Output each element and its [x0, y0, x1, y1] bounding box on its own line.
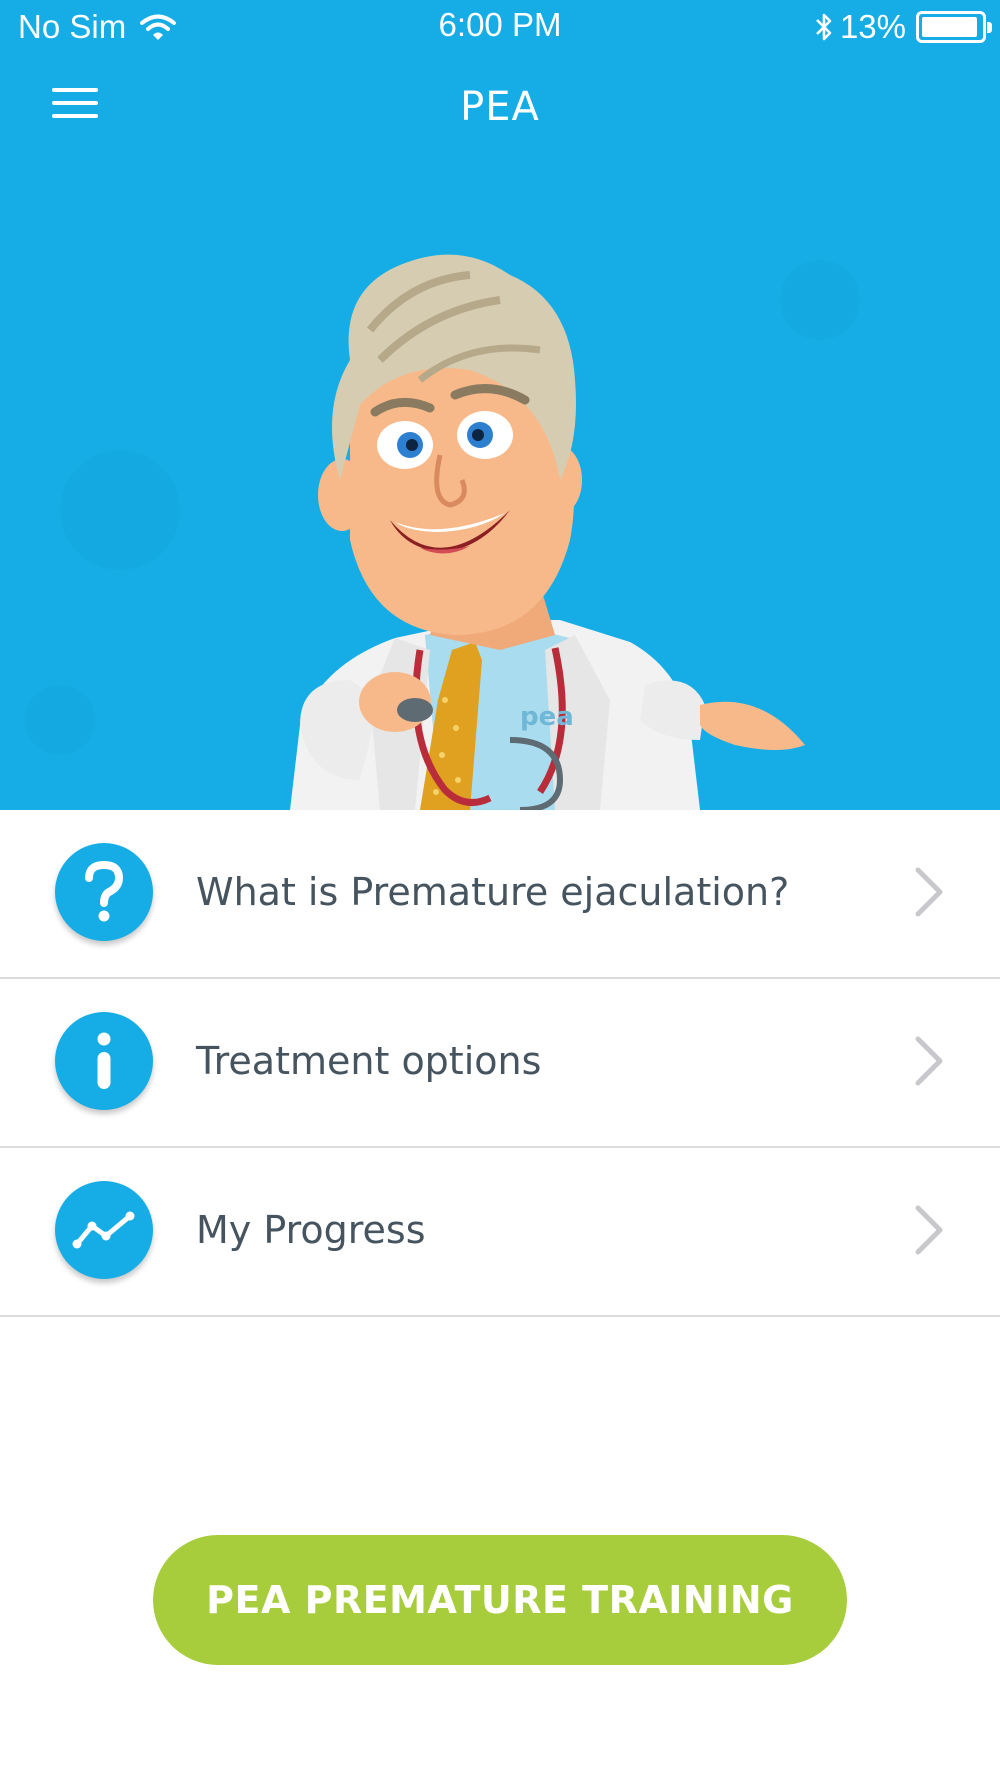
- question-icon: [55, 843, 153, 941]
- coat-logo: pea: [520, 702, 574, 732]
- chevron-right-icon: [915, 1036, 943, 1086]
- battery-fill: [922, 17, 978, 37]
- menu-item-label: Treatment options: [196, 1039, 542, 1083]
- menu-item-treatment-options[interactable]: Treatment options: [0, 979, 1000, 1148]
- bluetooth-icon: [816, 13, 832, 41]
- menu-item-my-progress[interactable]: My Progress: [0, 1148, 1000, 1317]
- menu-item-label: What is Premature ejaculation?: [196, 870, 790, 914]
- nav-bar: PEA: [0, 56, 1000, 180]
- menu-item-what-is-pe[interactable]: What is Premature ejaculation?: [0, 810, 1000, 979]
- menu-item-label: My Progress: [196, 1208, 426, 1252]
- battery-icon: [916, 11, 992, 43]
- chevron-right-icon: [915, 1205, 943, 1255]
- battery-percent: 13%: [839, 8, 906, 45]
- info-icon: [55, 1012, 153, 1110]
- menu-list: What is Premature ejaculation? Treatment…: [0, 810, 1000, 1317]
- chevron-right-icon: [915, 867, 943, 917]
- status-right: 13%: [814, 8, 992, 46]
- hero-banner: pea: [0, 180, 1000, 810]
- doctor-illustration: pea: [25, 254, 860, 810]
- pea-premature-training-button[interactable]: PEA PREMATURE TRAINING: [153, 1535, 847, 1665]
- status-bar: No Sim 6:00 PM 13%: [0, 0, 1000, 56]
- progress-chart-icon: [55, 1181, 153, 1279]
- page-title: PEA: [460, 84, 540, 130]
